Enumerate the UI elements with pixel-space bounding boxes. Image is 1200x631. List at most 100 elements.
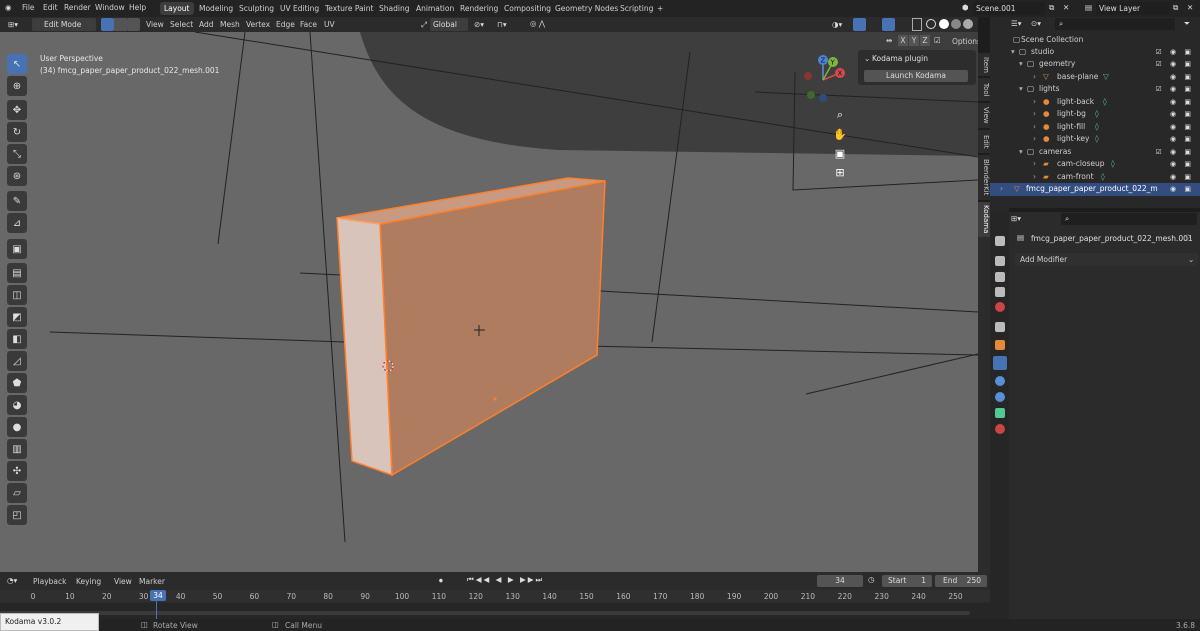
record-icon[interactable]: ⏺ (439, 576, 443, 586)
pivot-icon[interactable]: ⊘▾ (474, 20, 484, 29)
menu-help[interactable]: Help (129, 3, 146, 12)
expand-arrow-icon[interactable]: › (1033, 159, 1036, 168)
visibility-toggle-icons[interactable]: ◉ ▣ (1170, 123, 1194, 131)
material-shading-icon[interactable] (951, 19, 961, 29)
workspace-tab-scripting[interactable]: Scripting (616, 2, 657, 15)
axis-x-toggle[interactable]: X (898, 35, 908, 46)
header-menu-vertex[interactable]: Vertex (246, 20, 270, 29)
camera-view-icon[interactable]: ▣ (831, 144, 849, 162)
expand-arrow-icon[interactable]: › (1033, 134, 1036, 143)
visibility-toggle-icons[interactable]: ☑ ◉ ▣ (1156, 48, 1194, 56)
workspace-tab-shading[interactable]: Shading (375, 2, 413, 15)
sidebar-tab-view[interactable]: View (978, 102, 990, 128)
copy-scene-icon[interactable]: ⧉ (1049, 3, 1054, 13)
start-frame-field[interactable]: Start 1 (882, 575, 932, 587)
vertex-select-icon[interactable] (101, 18, 114, 31)
edge-slide-tool-icon[interactable]: ▥ (7, 439, 27, 459)
timeline-scrollbar[interactable] (0, 611, 970, 615)
timeline-menu-playback[interactable]: Playback (33, 577, 66, 586)
navigation-gizmo[interactable]: Z X Y (797, 52, 849, 108)
visibility-icon[interactable]: ◑▾ (832, 20, 842, 29)
workspace-tab-texture-paint[interactable]: Texture Paint (321, 2, 377, 15)
properties-editor-icon[interactable]: ⊞▾ (1011, 214, 1021, 223)
loop-cut-tool-icon[interactable]: ◧ (7, 329, 27, 349)
options-dropdown[interactable]: Options (952, 37, 978, 46)
spin-tool-icon[interactable]: ◕ (7, 395, 27, 415)
smooth-tool-icon[interactable]: ● (7, 417, 27, 437)
zoom-icon[interactable]: ⌕ (831, 106, 849, 124)
visibility-toggle-icons[interactable]: ☑ ◉ ▣ (1156, 85, 1194, 93)
modifier-props-icon[interactable] (993, 356, 1007, 370)
outliner-item-cam-front[interactable]: › ▰ cam-front ◊ ◉ ▣ (1009, 171, 1200, 184)
material-props-icon[interactable] (995, 424, 1005, 434)
editor-type-icon[interactable]: ⊞▾ (8, 20, 18, 29)
end-frame-field[interactable]: End 250 (935, 575, 987, 587)
outliner-item-studio[interactable]: ▾ ▢ studio ☑ ◉ ▣ (1009, 46, 1200, 59)
workspace-tab-geometry-nodes[interactable]: Geometry Nodes (551, 2, 622, 15)
extrude-tool-icon[interactable]: ▤ (7, 263, 27, 283)
output-props-icon[interactable] (995, 272, 1005, 282)
blender-logo-icon[interactable]: ◉ (5, 3, 12, 12)
poly-build-tool-icon[interactable]: ⬟ (7, 373, 27, 393)
xray-icon[interactable] (912, 18, 922, 31)
perspective-toggle-icon[interactable]: ⊞ (831, 163, 849, 181)
object-props-icon[interactable] (995, 340, 1005, 350)
select-box-tool-icon[interactable]: ↖ (7, 54, 27, 74)
header-menu-face[interactable]: Face (300, 20, 317, 29)
current-frame-field[interactable]: 34 (817, 575, 863, 587)
menu-file[interactable]: File (22, 3, 35, 12)
visibility-toggle-icons[interactable]: ◉ ▣ (1170, 110, 1194, 118)
scale-tool-icon[interactable]: ⤡ (7, 144, 27, 164)
header-menu-mesh[interactable]: Mesh (220, 20, 240, 29)
view-layer-field[interactable]: View Layer (1096, 2, 1170, 15)
outliner-item-cameras[interactable]: ▾ ▢ cameras ☑ ◉ ▣ (1009, 146, 1200, 159)
visibility-toggle-icons[interactable]: ◉ ▣ (1170, 173, 1194, 181)
close-icon[interactable]: ✕ (1187, 3, 1193, 12)
workspace-tab-compositing[interactable]: Compositing (500, 2, 555, 15)
particles-props-icon[interactable] (995, 376, 1005, 386)
sidebar-tab-kodama[interactable]: Kodama (978, 201, 990, 237)
workspace-tab-animation[interactable]: Animation (412, 2, 458, 15)
outliner-item-active-mesh[interactable]: › ▽ fmcg_paper_paper_product_022_m ◉ ▣ (990, 183, 1200, 196)
workspace-tab-rendering[interactable]: Rendering (456, 2, 502, 15)
tool-props-icon[interactable] (995, 236, 1005, 246)
expand-arrow-icon[interactable]: ▾ (1019, 147, 1023, 156)
proportional-edit-icon[interactable]: ◎ ⋀ (530, 19, 545, 28)
visibility-toggle-icons[interactable]: ◉ ▣ (1170, 135, 1194, 143)
transform-tool-icon[interactable]: ⊛ (7, 166, 27, 186)
workspace-tab-layout[interactable]: Layout (160, 2, 194, 15)
mode-dropdown[interactable]: Edit Mode (32, 18, 96, 31)
render-props-icon[interactable] (995, 256, 1005, 266)
header-menu-add[interactable]: Add (199, 20, 214, 29)
outliner-item-lights[interactable]: ▾ ▢ lights ☑ ◉ ▣ (1009, 83, 1200, 96)
header-menu-edge[interactable]: Edge (276, 20, 295, 29)
visibility-toggle-icons[interactable]: ☑ ◉ ▣ (1156, 60, 1194, 68)
outliner-item-geometry[interactable]: ▾ ▢ geometry ☑ ◉ ▣ (1009, 58, 1200, 71)
visibility-toggle-icons[interactable]: ◉ ▣ (1170, 98, 1194, 106)
sidebar-tab-item[interactable]: Item (978, 52, 990, 76)
orientation-dropdown[interactable]: Global (430, 18, 468, 31)
expand-arrow-icon[interactable]: › (1033, 97, 1036, 106)
physics-props-icon[interactable] (995, 392, 1005, 402)
outliner-item-light-fill[interactable]: › ● light-fill ◊ ◉ ▣ (1009, 121, 1200, 134)
collapse-chevron-icon[interactable]: ⌄ (864, 54, 870, 63)
outliner-editor-icon[interactable]: ☰▾ (1011, 19, 1022, 28)
wireframe-shading-icon[interactable] (926, 19, 936, 29)
axis-z-toggle[interactable]: Z (920, 35, 930, 46)
scene-props-icon[interactable] (995, 302, 1005, 312)
playback-controls[interactable]: ⏮◀◀ ◀ ▶ ▶▶⏭ (467, 575, 544, 585)
launch-kodama-button[interactable]: Launch Kodama (864, 70, 968, 82)
face-select-icon[interactable] (127, 18, 140, 31)
filter-icon[interactable]: ⏷ (1184, 19, 1190, 29)
3d-viewport[interactable]: User Perspective (34) fmcg_paper_paper_p… (0, 32, 978, 572)
pin-icon[interactable]: ⚲ (1185, 233, 1191, 242)
timeline-menu-marker[interactable]: Marker (139, 577, 165, 586)
outliner-item-light-back[interactable]: › ● light-back ◊ ◉ ▣ (1009, 96, 1200, 109)
workspace-tab-sculpting[interactable]: Sculpting (235, 2, 278, 15)
shear-tool-icon[interactable]: ▱ (7, 483, 27, 503)
menu-window[interactable]: Window (95, 3, 125, 12)
playhead-marker[interactable]: 34 (150, 590, 166, 601)
move-tool-icon[interactable]: ✥ (7, 100, 27, 120)
scene-name-field[interactable]: Scene.001 (973, 2, 1045, 15)
world-props-icon[interactable] (995, 322, 1005, 332)
